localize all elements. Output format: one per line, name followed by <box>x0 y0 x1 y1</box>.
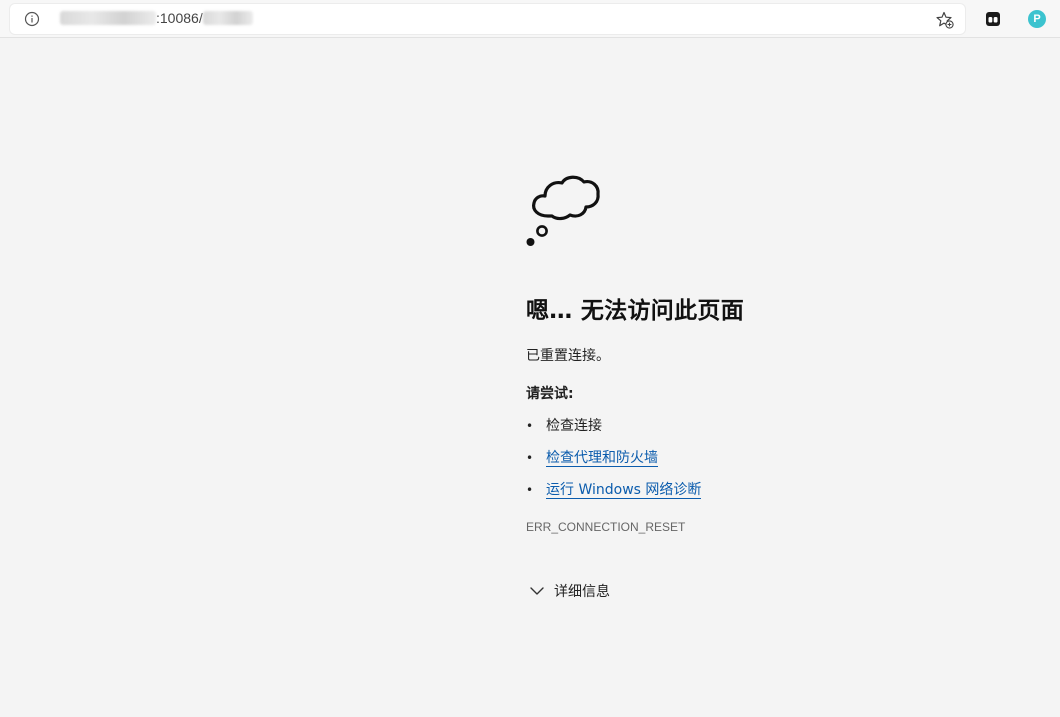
list-item: 检查代理和防火墙 <box>526 448 966 480</box>
url-redacted-host <box>60 11 156 25</box>
url-redacted-path <box>202 11 253 25</box>
details-label: 详细信息 <box>554 584 610 600</box>
info-icon[interactable] <box>24 11 40 27</box>
check-proxy-firewall-link[interactable]: 检查代理和防火墙 <box>546 450 658 467</box>
page-title: 嗯… 无法访问此页面 <box>526 298 745 324</box>
details-toggle-button[interactable]: 详细信息 <box>526 580 966 602</box>
list-item: 检查连接 <box>526 416 966 448</box>
error-code: ERR_CONNECTION_RESET <box>526 520 686 534</box>
star-add-icon[interactable] <box>935 10 955 30</box>
suggestion-check-connection: 检查连接 <box>546 418 602 434</box>
address-bar[interactable]: :10086/ <box>10 4 965 34</box>
error-reason: 已重置连接。 <box>526 348 610 364</box>
suggestion-list: 检查连接 检查代理和防火墙 运行 Windows 网络诊断 <box>526 416 966 512</box>
windows-network-diagnostics-link[interactable]: 运行 Windows 网络诊断 <box>546 482 702 499</box>
extension-icon[interactable] <box>983 9 1003 29</box>
error-content: 嗯… 无法访问此页面 已重置连接。 请尝试: 检查连接 检查代理和防火墙 运行 … <box>526 172 966 602</box>
profile-avatar-icon[interactable]: P <box>1028 10 1046 28</box>
chevron-down-icon <box>530 587 544 595</box>
list-item: 运行 Windows 网络诊断 <box>526 480 966 512</box>
url-port-path: :10086/ <box>156 10 203 26</box>
try-label: 请尝试: <box>526 386 574 402</box>
browser-toolbar: :10086/ P <box>0 0 1060 38</box>
thought-cloud-icon <box>526 175 600 246</box>
url-text[interactable]: :10086/ <box>60 10 253 26</box>
